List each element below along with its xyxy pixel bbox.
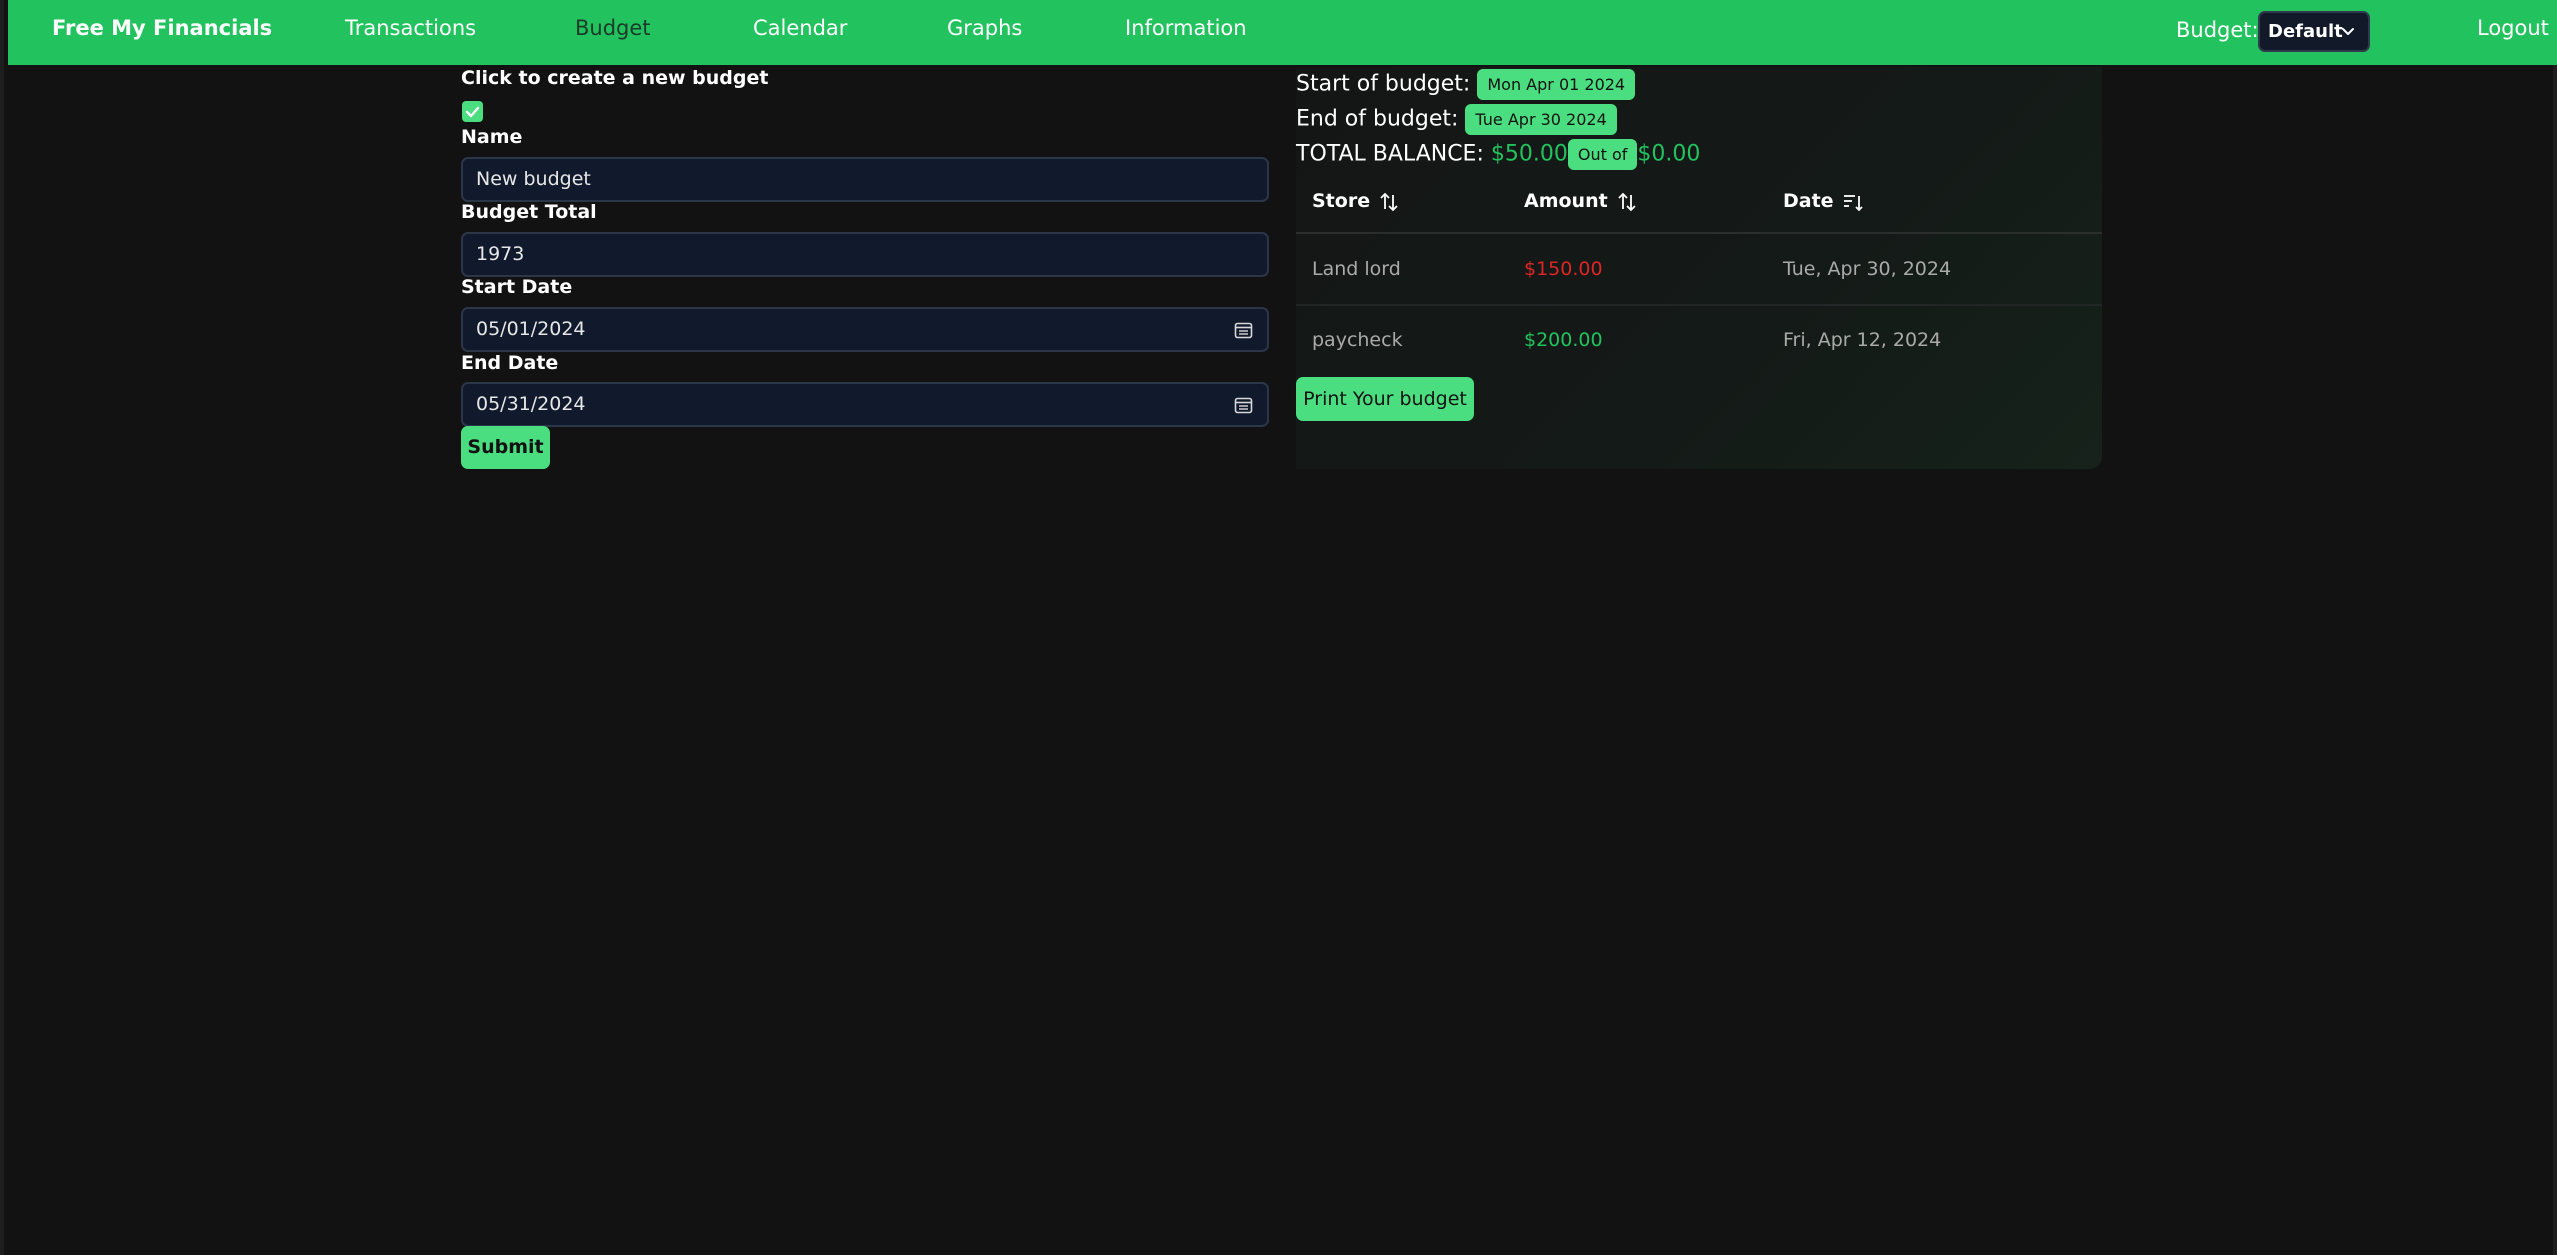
brand-link[interactable]: Free My Financials: [52, 0, 272, 57]
out-of-badge: Out of: [1567, 139, 1638, 170]
budget-selector[interactable]: Default: [2258, 11, 2370, 52]
app-window: Free My Financials Transactions Budget C…: [0, 0, 2557, 1255]
start-date-value: 05/01/2024: [476, 318, 586, 340]
start-date-label: Start Date: [461, 276, 573, 298]
sort-both-icon[interactable]: [1616, 191, 1638, 213]
end-date-value: 05/31/2024: [476, 393, 586, 415]
column-date-label: Date: [1783, 190, 1834, 212]
start-date-field[interactable]: 05/01/2024: [461, 307, 1269, 352]
row-date: Fri, Apr 12, 2024: [1783, 329, 1942, 351]
total-balance-value: $50.00: [1490, 141, 1568, 167]
create-budget-checkbox[interactable]: [462, 101, 483, 122]
checkmark-icon: [465, 106, 480, 118]
print-budget-button[interactable]: Print Your budget: [1296, 377, 1474, 421]
end-date-label: End Date: [461, 352, 559, 374]
name-label: Name: [461, 126, 523, 148]
logout-link[interactable]: Logout: [2477, 0, 2549, 57]
budget-end-line: End of budget: Tue Apr 30 2024: [1296, 104, 1617, 135]
out-of-value: $0.00: [1637, 141, 1701, 167]
column-header-date[interactable]: Date: [1783, 190, 1864, 213]
submit-button[interactable]: Submit: [461, 426, 550, 469]
create-budget-label: Click to create a new budget: [461, 67, 769, 89]
table-row: paycheck $200.00 Fri, Apr 12, 2024: [1296, 305, 2102, 375]
budget-total-field[interactable]: 1973: [461, 232, 1269, 277]
column-header-store[interactable]: Store: [1312, 190, 1400, 213]
nav-information[interactable]: Information: [1125, 0, 1247, 57]
budget-selector-value: Default: [2268, 21, 2343, 42]
budget-end-label: End of budget:: [1296, 106, 1459, 132]
budget-selector-label: Budget:: [2176, 18, 2259, 42]
budget-start-line: Start of budget: Mon Apr 01 2024: [1296, 69, 1636, 100]
budget-end-badge: Tue Apr 30 2024: [1465, 104, 1617, 135]
nav-graphs[interactable]: Graphs: [947, 0, 1022, 57]
calendar-icon[interactable]: [1234, 396, 1253, 415]
name-field-value: New budget: [476, 168, 591, 190]
column-header-amount[interactable]: Amount: [1524, 190, 1638, 213]
budget-start-badge: Mon Apr 01 2024: [1477, 69, 1636, 100]
column-amount-label: Amount: [1524, 190, 1608, 212]
transactions-table-header: Store Amount Date: [1296, 173, 2102, 234]
budget-start-label: Start of budget:: [1296, 71, 1471, 97]
budget-total-value: 1973: [476, 243, 525, 265]
total-balance-label: TOTAL BALANCE:: [1296, 141, 1484, 167]
nav-transactions[interactable]: Transactions: [345, 0, 476, 57]
column-store-label: Store: [1312, 190, 1371, 212]
table-row: Land lord $150.00 Tue, Apr 30, 2024: [1296, 234, 2102, 306]
budget-summary-panel: Start of budget: Mon Apr 01 2024 End of …: [1296, 67, 2102, 469]
chevron-down-icon: [2342, 28, 2354, 35]
top-navbar: Free My Financials Transactions Budget C…: [8, 0, 2557, 65]
row-store: paycheck: [1312, 329, 1403, 351]
sort-desc-icon[interactable]: [1842, 191, 1864, 213]
row-store: Land lord: [1312, 258, 1401, 280]
sort-both-icon[interactable]: [1378, 191, 1400, 213]
row-date: Tue, Apr 30, 2024: [1783, 258, 1952, 280]
name-field[interactable]: New budget: [461, 157, 1269, 202]
calendar-icon[interactable]: [1234, 321, 1253, 340]
budget-total-label: Budget Total: [461, 201, 597, 223]
nav-budget[interactable]: Budget: [575, 0, 651, 57]
end-date-field[interactable]: 05/31/2024: [461, 382, 1269, 427]
row-amount: $150.00: [1524, 258, 1603, 280]
nav-calendar[interactable]: Calendar: [753, 0, 847, 57]
row-amount: $200.00: [1524, 329, 1603, 351]
total-balance-line: TOTAL BALANCE: $50.00 Out of $0.00: [1296, 139, 1700, 170]
